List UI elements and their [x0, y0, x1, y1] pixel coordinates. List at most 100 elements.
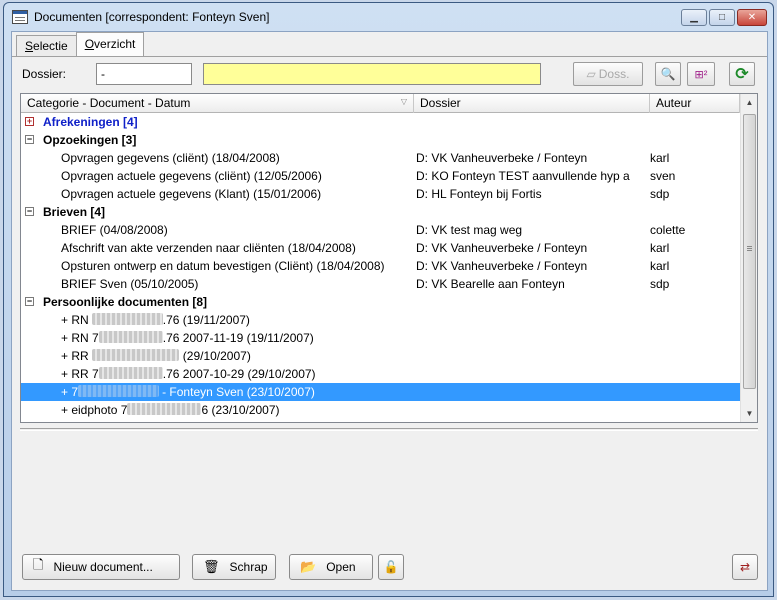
vertical-scrollbar[interactable]: ▲ ▼	[740, 94, 757, 422]
grid-rows: + Afrekeningen [4] − Opzoekingen [3] Opvrage…	[21, 113, 740, 422]
new-document-label: Nieuw document...	[53, 560, 153, 574]
document-auteur: karl	[650, 241, 670, 255]
document-dossier: D: VK Vanheuverbeke / Fonteyn	[416, 259, 588, 273]
redacted-number: 6.08.25-251	[98, 367, 163, 379]
document-title: Opvragen gegevens (cliënt) (18/04/2008)	[61, 151, 280, 165]
redacted-number: 76.08.25-251.76	[92, 349, 180, 361]
document-title: Opvragen actuele gegevens (cliënt) (12/0…	[61, 169, 322, 183]
new-document-button[interactable]: 🗋 Nieuw document...	[22, 554, 180, 580]
redacted-number: 6.08.25-251.7	[127, 403, 202, 415]
document-title-part: + 7	[61, 385, 79, 399]
document-row[interactable]: + RR 76.08.25-251.76 2007-10-29 (29/10/2…	[21, 365, 740, 383]
document-title: Opsturen ontwerp en datum bevestigen (Cl…	[61, 259, 385, 273]
document-row[interactable]: Opsturen ontwerp en datum bevestigen (Cl…	[21, 257, 740, 275]
document-row[interactable]: + 76.08.25-251.76 - Fonteyn Sven (23/10/…	[21, 383, 740, 401]
tab-selectie-accel: S	[25, 39, 34, 53]
document-row[interactable]: + RR 76.08.25-251.76 (29/10/2007)	[21, 347, 740, 365]
scroll-down-button[interactable]: ▼	[741, 405, 757, 422]
dossier-input[interactable]: -	[96, 63, 192, 85]
document-title: + RR 76.08.25-251.76 (29/10/2007)	[21, 347, 414, 365]
scroll-thumb[interactable]	[743, 114, 756, 389]
close-icon: ✕	[747, 12, 757, 23]
dossier-row: Dossier: - ▱ Doss. 🔍 ⊞² ⟳	[20, 62, 760, 88]
document-auteur: sven	[650, 169, 676, 183]
document-row[interactable]: Opvragen actuele gegevens (cliënt) (12/0…	[21, 167, 740, 185]
document-dossier: D: HL Fonteyn bij Fortis	[416, 187, 542, 201]
open-button[interactable]: 📂 Open	[289, 554, 373, 580]
document-dossier: D: VK Vanheuverbeke / Fonteyn	[416, 151, 588, 165]
maximize-button[interactable]: □	[709, 9, 735, 26]
minimize-button[interactable]: ▁	[681, 9, 707, 26]
window-controls: ▁ □ ✕	[681, 9, 767, 26]
client-area: Selectie Overzicht Dossier: - ▱ Doss. 🔍 ⊞…	[11, 31, 768, 591]
window-document-icon	[12, 10, 28, 24]
group-title: Persoonlijke documenten [8]	[43, 295, 208, 309]
title-bar[interactable]: Documenten [correspondent: Fonteyn Sven]…	[4, 3, 773, 31]
lookup-icon: ⊞²	[694, 68, 708, 81]
document-title: BRIEF (04/08/2008)	[61, 223, 168, 237]
document-title: Afschrift van akte verzenden naar cliënt…	[61, 241, 356, 255]
scroll-grip	[747, 246, 752, 247]
delete-button[interactable]: 🗑 Schrap	[192, 554, 276, 580]
document-row[interactable]: + RN 76.05.25-251.76 2007-11-19 (19/11/2…	[21, 329, 740, 347]
redacted-number: 76.08.25-251	[92, 313, 163, 325]
scroll-down-icon: ▼	[745, 409, 754, 418]
document-row[interactable]: + RN 76.08.25-251.76 (19/11/2007)	[21, 311, 740, 329]
document-row[interactable]: Opvragen actuele gegevens (Klant) (15/01…	[21, 185, 740, 203]
document-icon: 🗋	[33, 557, 44, 572]
column-header-dossier-label: Dossier	[420, 96, 461, 110]
document-auteur: sdp	[650, 277, 670, 291]
scroll-up-button[interactable]: ▲	[741, 94, 757, 111]
document-auteur: karl	[650, 151, 670, 165]
search-button[interactable]: 🔍	[655, 62, 681, 86]
lookup-button[interactable]: ⊞²	[687, 62, 715, 86]
close-button[interactable]: ✕	[737, 9, 767, 26]
document-row[interactable]: BRIEF Sven (05/10/2005) D: VK Bearelle aa…	[21, 275, 740, 293]
document-title-part: + RR	[61, 349, 93, 363]
document-row[interactable]: Opvragen gegevens (cliënt) (18/04/2008) D…	[21, 149, 740, 167]
document-title: BRIEF Sven (05/10/2005)	[61, 277, 199, 291]
tab-selectie[interactable]: Selectie	[16, 35, 77, 56]
column-header-category[interactable]: Categorie - Document - Datum ▽	[21, 94, 414, 113]
document-title-part: - Fonteyn Sven (23/10/2007)	[158, 385, 315, 399]
group-row[interactable]: − Brieven [4]	[21, 203, 740, 221]
document-title-part: + RN 7	[61, 331, 99, 345]
scroll-grip	[747, 248, 752, 249]
column-header-auteur[interactable]: Auteur	[650, 94, 740, 113]
group-row[interactable]: − Persoonlijke documenten [8]	[21, 293, 740, 311]
group-row[interactable]: + Afrekeningen [4]	[21, 113, 740, 131]
folder-open-icon: 📂	[300, 559, 317, 574]
export-button[interactable]: ⇄	[732, 554, 758, 580]
group-title: Brieven [4]	[43, 205, 106, 219]
tab-overzicht[interactable]: Overzicht	[75, 32, 145, 56]
document-row[interactable]: Afschrift van akte verzenden naar cliënt…	[21, 239, 740, 257]
document-row[interactable]: BRIEF (04/08/2008) D: VK test mag weg cole…	[21, 221, 740, 239]
tab-overzicht-label: verzicht	[94, 37, 136, 51]
document-title-part: 6 (23/10/2007)	[201, 403, 280, 417]
document-title: + eidphoto 76.08.25-251.76 (23/10/2007)	[21, 401, 414, 419]
scroll-up-icon: ▲	[745, 98, 754, 107]
redacted-number: 6.08.25-251.76	[78, 385, 159, 397]
documents-grid[interactable]: Categorie - Document - Datum ▽ Dossier Au…	[20, 93, 758, 423]
document-title: + 76.08.25-251.76 - Fonteyn Sven (23/10/…	[21, 383, 414, 401]
document-title: Opvragen actuele gegevens (Klant) (15/01…	[61, 187, 322, 201]
doss-button[interactable]: ▱ Doss.	[573, 62, 643, 86]
lock-button[interactable]: 🔓	[378, 554, 404, 580]
column-header-dossier[interactable]: Dossier	[414, 94, 650, 113]
document-title-part: + RR 7	[61, 367, 99, 381]
document-title-part: .76 2007-11-19 (19/11/2007)	[162, 331, 314, 345]
document-title-part: .76 (19/11/2007)	[162, 313, 250, 327]
open-label: Open	[326, 560, 356, 574]
document-title: + RR 76.08.25-251.76 2007-10-29 (29/10/2…	[21, 365, 414, 383]
tab-strip-line	[12, 56, 767, 57]
document-title: + RN 76.08.25-251.76 (19/11/2007)	[21, 311, 414, 329]
dossier-name-field[interactable]	[203, 63, 541, 85]
group-title: Opzoekingen [3]	[43, 133, 137, 147]
splitter[interactable]	[20, 428, 758, 431]
tab-overzicht-accel: O	[84, 37, 95, 51]
refresh-icon: ⟳	[735, 66, 749, 83]
refresh-button[interactable]: ⟳	[729, 62, 755, 86]
document-title-part: (29/10/2007)	[179, 349, 251, 363]
group-row[interactable]: − Opzoekingen [3]	[21, 131, 740, 149]
document-row[interactable]: + eidphoto 76.08.25-251.76 (23/10/2007)	[21, 401, 740, 419]
